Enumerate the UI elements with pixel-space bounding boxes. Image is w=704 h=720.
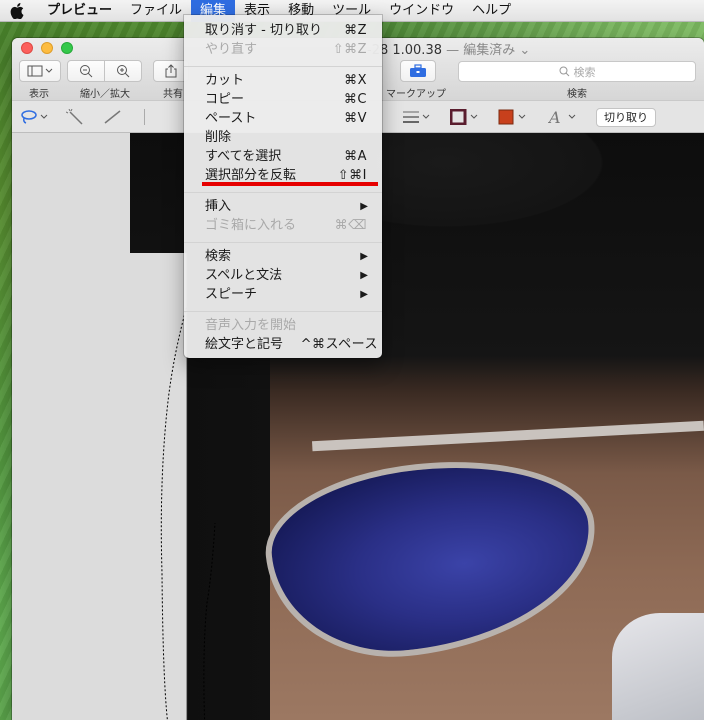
- menu-item-label: 挿入: [205, 199, 232, 214]
- menu-item-undo[interactable]: 取り消す - 切り取り ⌘Z: [184, 21, 382, 40]
- menu-separator: [184, 242, 382, 243]
- menu-item-emoji-symbols[interactable]: 絵文字と記号 ^⌘スペース: [184, 335, 382, 354]
- menu-item-label: カット: [205, 73, 245, 88]
- text-style-tool[interactable]: A: [548, 109, 580, 125]
- pen-icon: [104, 110, 121, 124]
- sketch-tool[interactable]: [102, 109, 124, 125]
- menu-item-shortcut: ^⌘スペース: [300, 337, 378, 352]
- menu-item-label: 削除: [205, 130, 232, 145]
- menu-item-find[interactable]: 検索 ▶: [184, 247, 382, 266]
- annotation-underline: [202, 182, 378, 186]
- menu-app-name[interactable]: プレビュー: [38, 0, 121, 22]
- menu-item-select-all[interactable]: すべてを選択 ⌘A: [184, 147, 382, 166]
- line-style-icon: [403, 111, 430, 123]
- markup-label: マークアップ: [386, 89, 446, 100]
- menu-item-shortcut: ⌘V: [344, 111, 367, 126]
- menu-separator: [184, 192, 382, 193]
- search-field[interactable]: 検索: [458, 61, 696, 82]
- menu-item-shortcut: ⌘C: [343, 92, 367, 107]
- submenu-arrow-icon: ▶: [360, 251, 368, 262]
- menu-item-label: ゴミ箱に入れる: [205, 218, 297, 233]
- menu-item-label: 検索: [205, 249, 232, 264]
- toolbar-divider: [144, 109, 145, 125]
- menu-item-insert[interactable]: 挿入 ▶: [184, 197, 382, 216]
- toolbox-icon: [410, 64, 426, 77]
- menu-item-shortcut: ⌘X: [344, 73, 367, 88]
- view-button[interactable]: [19, 60, 61, 82]
- share-icon: [165, 64, 177, 78]
- fill-color-tool[interactable]: [498, 109, 530, 125]
- svg-text:A: A: [548, 109, 561, 125]
- fill-color-icon: [498, 109, 526, 125]
- instant-alpha-tool[interactable]: [66, 109, 86, 125]
- menu-item-speech[interactable]: スピーチ ▶: [184, 285, 382, 304]
- menu-window[interactable]: ウインドウ: [380, 0, 463, 22]
- face-mask-region: [612, 613, 704, 720]
- submenu-arrow-icon: ▶: [360, 201, 368, 212]
- crop-button[interactable]: 切り取り: [596, 108, 656, 127]
- magic-wand-icon: [66, 109, 83, 125]
- menu-item-move-to-trash: ゴミ箱に入れる ⌘⌫: [184, 216, 382, 235]
- text-style-icon: A: [548, 109, 576, 125]
- submenu-arrow-icon: ▶: [360, 289, 368, 300]
- apple-icon[interactable]: [10, 2, 24, 19]
- menu-item-label: 取り消す - 切り取り: [205, 23, 322, 38]
- menu-item-shortcut: ⌘⌫: [334, 218, 367, 233]
- window-title-status[interactable]: — 編集済み ⌄: [446, 43, 530, 58]
- search-placeholder: 検索: [573, 65, 596, 79]
- menu-item-label: スピーチ: [205, 287, 258, 302]
- window-title: -28 1.00.38 — 編集済み ⌄: [367, 39, 530, 58]
- minimize-window-button[interactable]: [41, 42, 53, 54]
- menu-item-label: すべてを選択: [205, 149, 282, 164]
- menu-item-label: スペルと文法: [205, 268, 283, 283]
- border-color-tool[interactable]: [450, 109, 482, 125]
- view-label: 表示: [29, 89, 49, 100]
- menu-item-paste[interactable]: ペースト ⌘V: [184, 109, 382, 128]
- menu-item-label: 音声入力を開始: [205, 318, 297, 333]
- border-color-icon: [450, 109, 478, 125]
- search-label: 検索: [567, 89, 587, 100]
- zoom-in-button[interactable]: [104, 60, 142, 82]
- markup-button[interactable]: [400, 60, 436, 82]
- menu-item-shortcut: ⌘A: [344, 149, 367, 164]
- line-style-tool[interactable]: [402, 109, 432, 125]
- menu-item-label: コピー: [205, 92, 245, 107]
- lasso-icon: [21, 110, 48, 124]
- lasso-selection-tool[interactable]: [20, 109, 50, 125]
- sidebar-view-icon: [27, 65, 53, 77]
- menu-item-shortcut: ⇧⌘Z: [332, 42, 367, 57]
- menu-item-start-dictation: 音声入力を開始: [184, 316, 382, 335]
- zoom-label: 縮小／拡大: [80, 89, 130, 100]
- menu-help[interactable]: ヘルプ: [463, 0, 520, 22]
- menu-item-label: ペースト: [205, 111, 257, 126]
- menu-separator: [184, 311, 382, 312]
- menu-separator: [184, 66, 382, 67]
- menu-item-spelling-grammar[interactable]: スペルと文法 ▶: [184, 266, 382, 285]
- menu-item-label: やり直す: [205, 42, 258, 57]
- fullscreen-window-button[interactable]: [61, 42, 73, 54]
- menu-item-copy[interactable]: コピー ⌘C: [184, 90, 382, 109]
- menu-item-shortcut: ⌘Z: [344, 23, 367, 38]
- search-icon: [559, 66, 569, 77]
- zoom-out-button[interactable]: [67, 60, 105, 82]
- zoom-out-icon: [80, 65, 93, 78]
- menu-item-cut[interactable]: カット ⌘X: [184, 71, 382, 90]
- submenu-arrow-icon: ▶: [360, 270, 368, 281]
- zoom-in-icon: [117, 65, 130, 78]
- menu-item-delete[interactable]: 削除: [184, 128, 382, 147]
- menu-file[interactable]: ファイル: [121, 0, 191, 22]
- close-window-button[interactable]: [21, 42, 33, 54]
- edit-menu: 取り消す - 切り取り ⌘Z やり直す ⇧⌘Z カット ⌘X コピー ⌘C ペー…: [184, 15, 382, 358]
- menu-item-label: 絵文字と記号: [205, 337, 284, 352]
- share-label: 共有: [163, 89, 183, 100]
- menu-item-redo: やり直す ⇧⌘Z: [184, 40, 382, 59]
